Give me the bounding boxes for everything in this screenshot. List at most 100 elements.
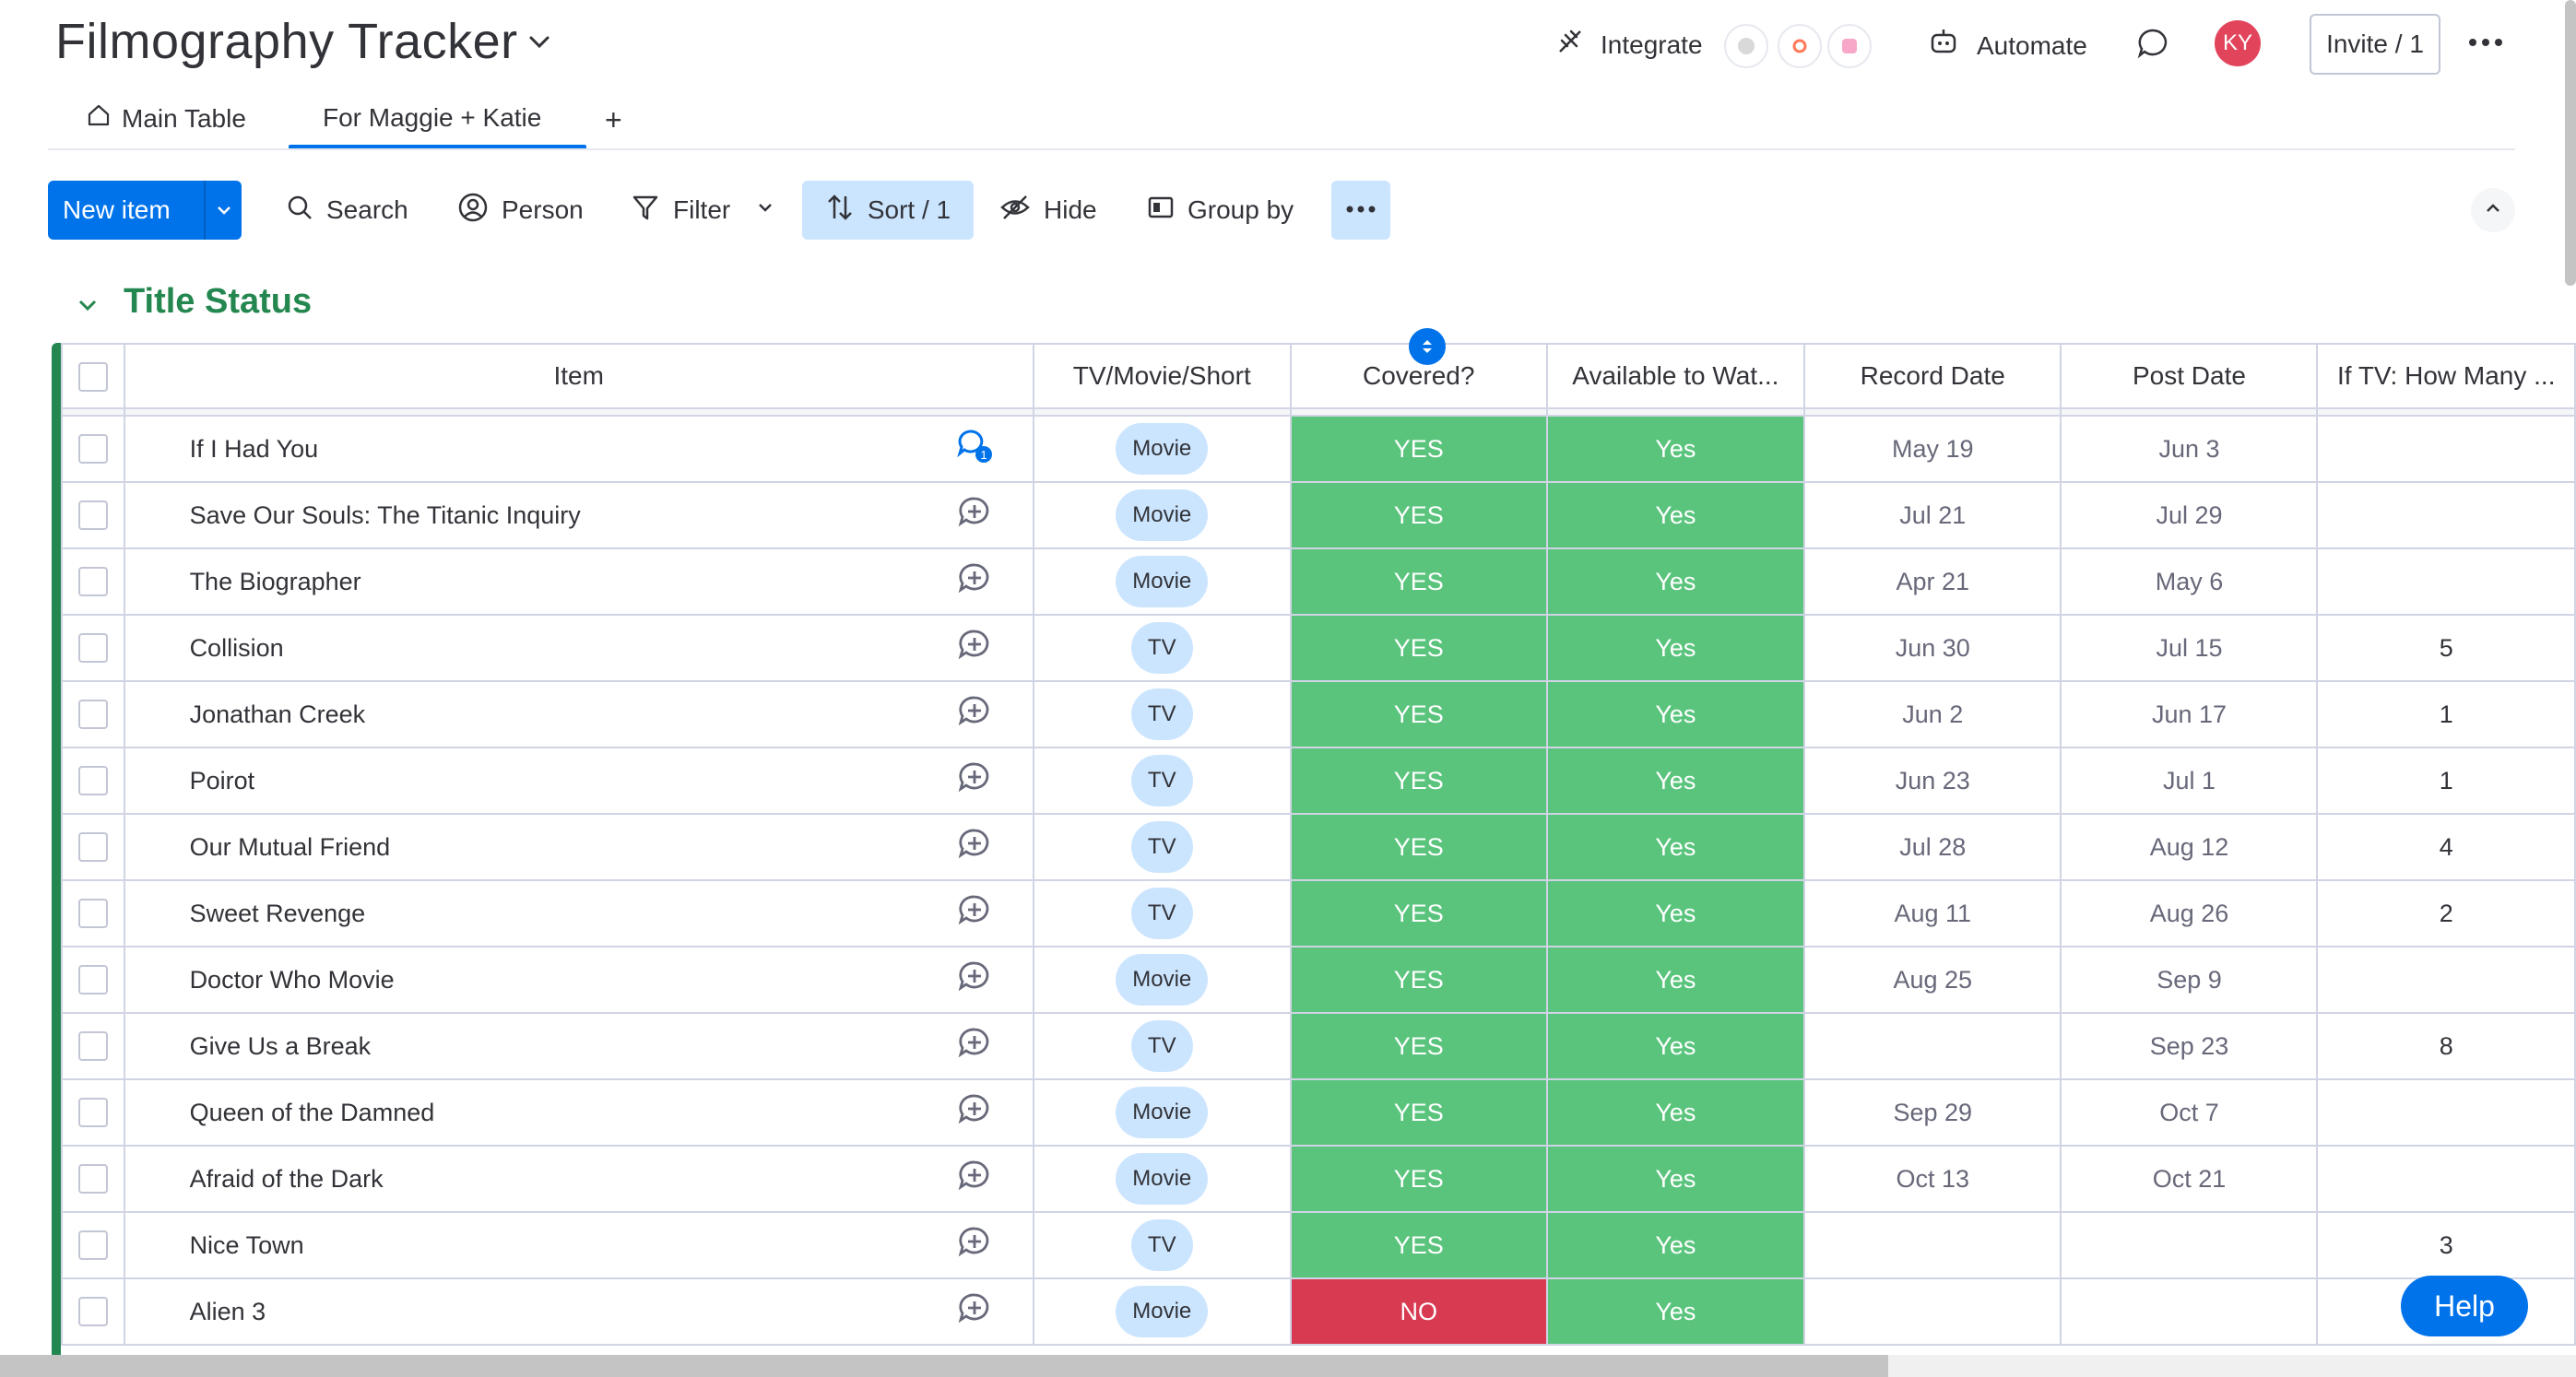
- covered-status-cell[interactable]: YES: [1289, 1078, 1548, 1147]
- row-checkbox[interactable]: [77, 1098, 108, 1128]
- type-cell[interactable]: TV: [1032, 614, 1292, 682]
- row-checkbox-cell[interactable]: [61, 1078, 125, 1147]
- item-name-cell[interactable]: Give Us a Break: [123, 1012, 916, 1080]
- row-checkbox[interactable]: [77, 700, 108, 730]
- item-name-cell[interactable]: Save Our Souls: The Titanic Inquiry: [123, 481, 916, 549]
- available-status-cell[interactable]: Yes: [1545, 547, 1806, 616]
- table-row[interactable]: Poirot TV YES Yes Jun 23 Jul 11: [61, 747, 2576, 815]
- available-status-cell[interactable]: Yes: [1545, 747, 1806, 815]
- post-date-cell[interactable]: May 6: [2060, 547, 2319, 616]
- covered-status-cell[interactable]: YES: [1289, 1211, 1548, 1279]
- column-header-record-date[interactable]: Record Date: [1803, 343, 2062, 409]
- item-name-cell[interactable]: Afraid of the Dark: [123, 1145, 916, 1213]
- type-cell[interactable]: TV: [1032, 1012, 1292, 1080]
- tv-count-cell[interactable]: [2316, 946, 2576, 1014]
- row-checkbox[interactable]: [77, 832, 108, 863]
- covered-status-cell[interactable]: YES: [1289, 1145, 1548, 1213]
- table-row[interactable]: Jonathan Creek TV YES Yes Jun 2 Jun 17 1: [61, 680, 2576, 748]
- type-cell[interactable]: Movie: [1032, 481, 1292, 549]
- covered-status-cell[interactable]: YES: [1289, 614, 1548, 682]
- tv-count-cell[interactable]: [2316, 1145, 2576, 1213]
- item-updates-button[interactable]: [916, 1145, 1034, 1213]
- row-checkbox[interactable]: [77, 434, 108, 465]
- table-row[interactable]: The Biographer Movie YES Yes Apr 21 May 6: [61, 547, 2576, 616]
- record-date-cell[interactable]: Jul 21: [1803, 481, 2062, 549]
- sort-indicator-icon[interactable]: [1409, 328, 1446, 365]
- row-checkbox-cell[interactable]: [61, 879, 125, 947]
- tv-count-cell[interactable]: [2316, 547, 2576, 616]
- record-date-cell[interactable]: Jul 28: [1803, 813, 2062, 881]
- covered-status-cell[interactable]: YES: [1289, 879, 1548, 947]
- post-date-cell[interactable]: Oct 21: [2060, 1145, 2319, 1213]
- post-date-cell[interactable]: Jul 15: [2060, 614, 2319, 682]
- type-cell[interactable]: TV: [1032, 813, 1292, 881]
- group-collapse-chevron-icon[interactable]: [74, 291, 101, 324]
- table-row[interactable]: Our Mutual Friend TV YES Yes Jul 28 Aug 12 4: [61, 813, 2576, 881]
- table-row[interactable]: Save Our Souls: The Titanic Inquiry Movie…: [61, 481, 2576, 549]
- column-header-available[interactable]: Available to Wat...: [1545, 343, 1806, 409]
- item-updates-button[interactable]: [916, 547, 1034, 616]
- new-item-button[interactable]: New item: [48, 181, 242, 240]
- tv-count-cell[interactable]: 1: [2316, 680, 2576, 748]
- item-name-cell[interactable]: Our Mutual Friend: [123, 813, 916, 881]
- horizontal-scrollbar-thumb[interactable]: [0, 1355, 1888, 1377]
- hide-button[interactable]: Hide: [999, 181, 1097, 240]
- record-date-cell[interactable]: [1803, 1277, 2062, 1346]
- group-by-button[interactable]: Group by: [1147, 181, 1294, 240]
- item-updates-button[interactable]: [916, 747, 1034, 815]
- automate-button[interactable]: Automate: [1927, 26, 2087, 65]
- row-checkbox[interactable]: [77, 1164, 108, 1195]
- record-date-cell[interactable]: May 19: [1803, 415, 2062, 483]
- item-name-cell[interactable]: Sweet Revenge: [123, 879, 916, 947]
- chevron-down-icon[interactable]: [754, 195, 776, 225]
- available-status-cell[interactable]: Yes: [1545, 1078, 1806, 1147]
- column-header-item[interactable]: Item: [123, 343, 1034, 409]
- available-status-cell[interactable]: Yes: [1545, 481, 1806, 549]
- more-options-icon[interactable]: [2467, 31, 2504, 58]
- item-updates-button[interactable]: [916, 879, 1034, 947]
- item-name-cell[interactable]: Collision: [123, 614, 916, 682]
- board-title[interactable]: Filmography Tracker: [55, 13, 518, 70]
- available-status-cell[interactable]: Yes: [1545, 614, 1806, 682]
- item-name-cell[interactable]: Queen of the Damned: [123, 1078, 916, 1147]
- tab-for-maggie-katie[interactable]: For Maggie + Katie: [323, 103, 541, 133]
- covered-status-cell[interactable]: YES: [1289, 813, 1548, 881]
- row-checkbox[interactable]: [77, 965, 108, 995]
- add-view-button[interactable]: +: [605, 103, 622, 137]
- row-checkbox-cell[interactable]: [61, 1012, 125, 1080]
- row-checkbox-cell[interactable]: [61, 813, 125, 881]
- row-checkbox-cell[interactable]: [61, 1277, 125, 1346]
- person-filter-button[interactable]: Person: [457, 181, 584, 240]
- row-checkbox[interactable]: [77, 633, 108, 664]
- search-button[interactable]: Search: [286, 181, 408, 240]
- available-status-cell[interactable]: Yes: [1545, 879, 1806, 947]
- record-date-cell[interactable]: [1803, 1012, 2062, 1080]
- table-row[interactable]: Nice Town TV YES Yes 3: [61, 1211, 2576, 1279]
- type-cell[interactable]: Movie: [1032, 1078, 1292, 1147]
- type-cell[interactable]: TV: [1032, 680, 1292, 748]
- chevron-down-icon[interactable]: [524, 26, 555, 57]
- available-status-cell[interactable]: Yes: [1545, 415, 1806, 483]
- item-updates-button[interactable]: [916, 680, 1034, 748]
- item-updates-button[interactable]: [916, 1277, 1034, 1346]
- table-row[interactable]: Collision TV YES Yes Jun 30 Jul 15 5: [61, 614, 2576, 682]
- row-checkbox-cell[interactable]: [61, 1211, 125, 1279]
- table-row[interactable]: Afraid of the Dark Movie YES Yes Oct 13 Oct 2…: [61, 1145, 2576, 1213]
- tv-count-cell[interactable]: 8: [2316, 1012, 2576, 1080]
- record-date-cell[interactable]: Aug 11: [1803, 879, 2062, 947]
- record-date-cell[interactable]: Sep 29: [1803, 1078, 2062, 1147]
- row-checkbox-cell[interactable]: [61, 415, 125, 483]
- covered-status-cell[interactable]: NO: [1289, 1277, 1548, 1346]
- chevron-down-icon[interactable]: [206, 199, 242, 221]
- covered-status-cell[interactable]: YES: [1289, 946, 1548, 1014]
- row-checkbox-cell[interactable]: [61, 747, 125, 815]
- available-status-cell[interactable]: Yes: [1545, 1211, 1806, 1279]
- type-cell[interactable]: TV: [1032, 747, 1292, 815]
- row-checkbox-cell[interactable]: [61, 547, 125, 616]
- item-updates-button[interactable]: [916, 481, 1034, 549]
- collapse-toolbar-button[interactable]: [2471, 188, 2515, 232]
- tv-count-cell[interactable]: 3: [2316, 1211, 2576, 1279]
- type-cell[interactable]: Movie: [1032, 1277, 1292, 1346]
- select-all-checkbox[interactable]: [77, 361, 108, 392]
- tv-count-cell[interactable]: 1: [2316, 747, 2576, 815]
